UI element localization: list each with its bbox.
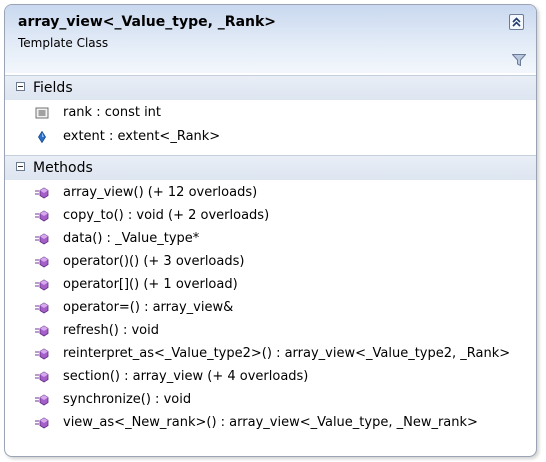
method-text: view_as<_New_rank>() : array_view<_Value… <box>63 415 478 430</box>
field-item[interactable]: extent : extent<_Rank> <box>5 127 536 147</box>
method-icon <box>35 279 49 291</box>
method-text: array_view() (+ 12 overloads) <box>63 185 258 200</box>
method-icon <box>35 210 49 222</box>
filter-icon[interactable] <box>512 54 526 66</box>
method-icon <box>35 187 49 199</box>
method-item[interactable]: synchronize() : void <box>5 390 536 410</box>
method-item[interactable]: copy_to() : void (+ 2 overloads) <box>5 206 536 226</box>
collapse-toggle-icon[interactable] <box>16 162 25 171</box>
method-item[interactable]: operator[]() (+ 1 overload) <box>5 275 536 295</box>
field-text: rank : const int <box>63 105 162 120</box>
method-item[interactable]: operator=() : array_view& <box>5 298 536 318</box>
method-icon <box>35 256 49 268</box>
method-icon <box>35 371 49 383</box>
method-icon <box>35 394 49 406</box>
fields-section-header[interactable]: Fields <box>5 75 536 100</box>
methods-section-header[interactable]: Methods <box>5 155 536 180</box>
method-item[interactable]: operator()() (+ 3 overloads) <box>5 252 536 272</box>
field-item[interactable]: rank : const int <box>5 103 536 123</box>
class-shape[interactable]: array_view<_Value_type, _Rank> Template … <box>4 4 537 457</box>
class-title: array_view<_Value_type, _Rank> <box>18 14 277 30</box>
method-text: operator()() (+ 3 overloads) <box>63 254 245 269</box>
chevron-up-double-icon <box>512 17 521 27</box>
method-text: refresh() : void <box>63 323 160 338</box>
method-item[interactable]: data() : _Value_type* <box>5 229 536 249</box>
method-text: data() : _Value_type* <box>63 231 200 246</box>
method-item[interactable]: refresh() : void <box>5 321 536 341</box>
class-header: array_view<_Value_type, _Rank> Template … <box>5 5 536 73</box>
method-icon <box>35 348 49 360</box>
fields-label: Fields <box>33 80 73 96</box>
collapse-toggle-icon[interactable] <box>16 82 25 91</box>
method-icon <box>35 233 49 245</box>
method-icon <box>35 302 49 314</box>
method-icon <box>35 325 49 337</box>
method-item[interactable]: section() : array_view (+ 4 overloads) <box>5 367 536 387</box>
methods-label: Methods <box>33 160 93 176</box>
class-stereotype: Template Class <box>18 36 109 50</box>
property-icon <box>38 131 46 143</box>
method-text: operator[]() (+ 1 overload) <box>63 277 238 292</box>
method-text: section() : array_view (+ 4 overloads) <box>63 369 309 384</box>
method-text: operator=() : array_view& <box>63 300 234 315</box>
method-icon <box>35 417 49 429</box>
collapse-button[interactable] <box>509 14 524 30</box>
method-text: copy_to() : void (+ 2 overloads) <box>63 208 270 223</box>
method-item[interactable]: array_view() (+ 12 overloads) <box>5 183 536 203</box>
method-text: reinterpret_as<_Value_type2>() : array_v… <box>63 346 511 361</box>
method-item[interactable]: view_as<_New_rank>() : array_view<_Value… <box>5 413 536 433</box>
field-text: extent : extent<_Rank> <box>63 129 221 144</box>
method-text: synchronize() : void <box>63 392 192 407</box>
constant-field-icon <box>35 107 49 119</box>
method-item[interactable]: reinterpret_as<_Value_type2>() : array_v… <box>5 344 536 364</box>
